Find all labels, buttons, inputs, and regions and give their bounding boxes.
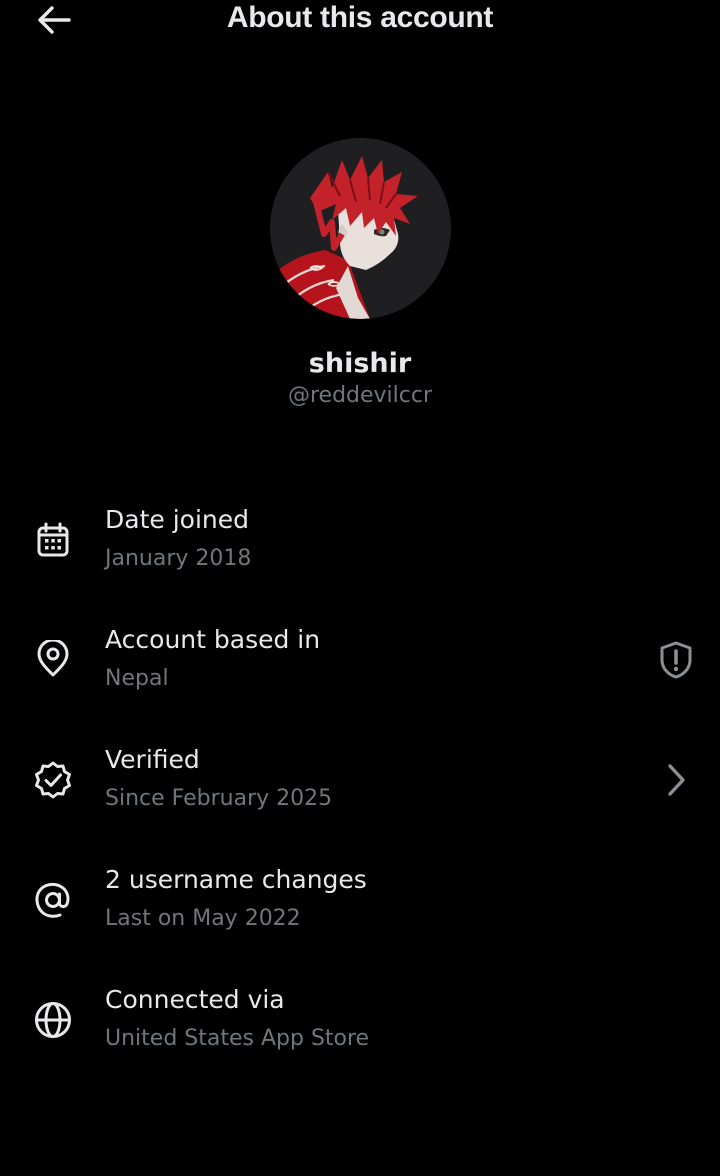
row-label: Account based in — [105, 625, 321, 654]
row-date-joined: Date joined January 2018 — [0, 500, 720, 600]
row-value: United States App Store — [105, 1026, 370, 1051]
row-label: Verified — [105, 745, 200, 774]
row-value: Since February 2025 — [105, 786, 333, 811]
avatar-image — [270, 138, 451, 319]
location-pin-icon — [31, 637, 75, 681]
row-account-based-in: Account based in Nepal — [0, 620, 720, 720]
row-label: Connected via — [105, 985, 285, 1014]
row-verified[interactable]: Verified Since February 2025 — [0, 740, 720, 840]
display-name: shishir — [308, 348, 412, 379]
row-value: Nepal — [105, 666, 169, 691]
globe-icon — [31, 998, 75, 1042]
shield-alert-icon[interactable] — [652, 636, 700, 684]
chevron-right-icon[interactable] — [652, 756, 700, 804]
row-connected-via: Connected via United States App Store — [0, 980, 720, 1080]
at-sign-icon — [31, 878, 75, 922]
username-handle: @reddevilccr — [287, 383, 433, 408]
row-value: January 2018 — [105, 546, 252, 571]
avatar[interactable] — [270, 138, 451, 319]
row-value: Last on May 2022 — [105, 906, 301, 931]
page-title: About this account — [226, 1, 494, 34]
row-username-changes: 2 username changes Last on May 2022 — [0, 860, 720, 960]
calendar-icon — [31, 518, 75, 562]
top-bar: About this account — [0, 0, 720, 40]
row-label: 2 username changes — [105, 865, 367, 894]
verified-badge-icon — [31, 758, 75, 802]
row-label: Date joined — [105, 505, 249, 534]
